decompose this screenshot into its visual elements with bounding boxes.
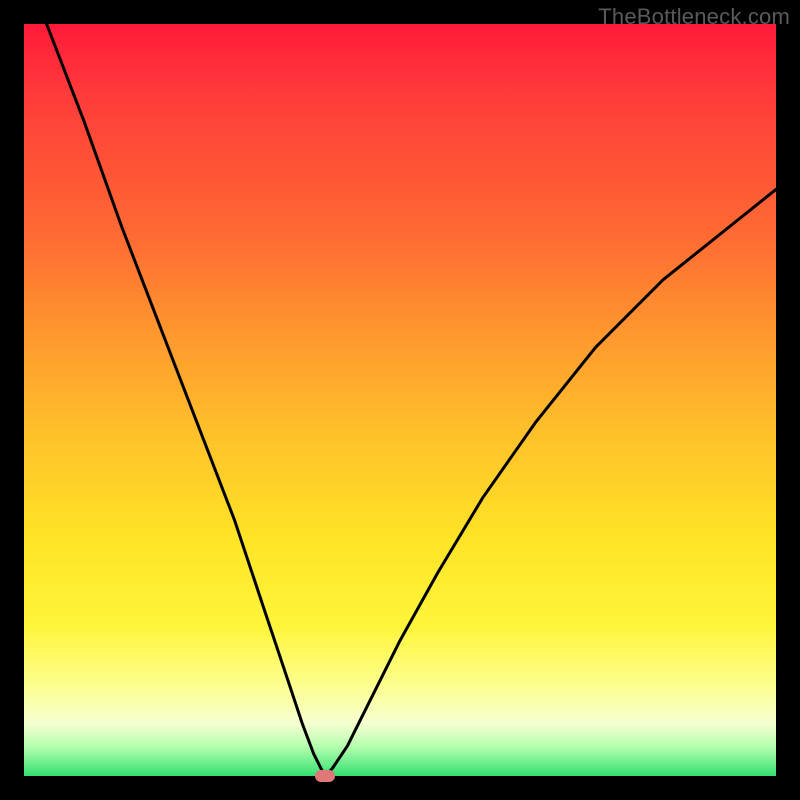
plot-area [24,24,776,776]
bottleneck-curve [24,24,776,776]
chart-stage: TheBottleneck.com [0,0,800,800]
minimum-marker [315,770,335,782]
